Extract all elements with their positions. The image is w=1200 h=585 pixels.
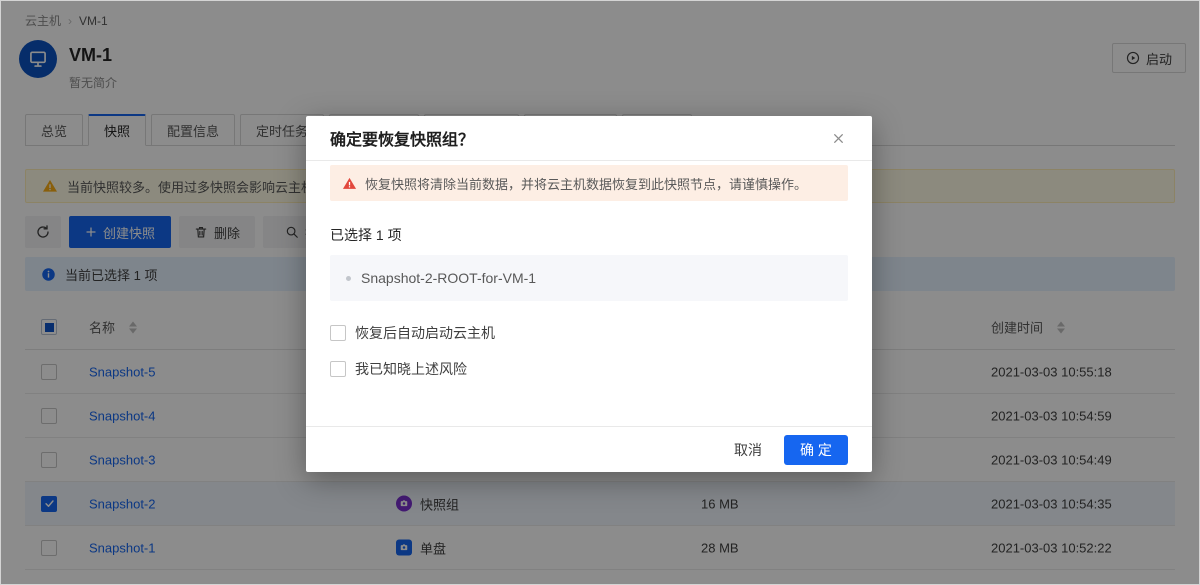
close-icon[interactable] <box>828 128 848 148</box>
risk-ack-label: 我已知晓上述风险 <box>355 359 467 379</box>
risk-ack-checkbox-row[interactable]: 我已知晓上述风险 <box>330 359 848 379</box>
cancel-button[interactable]: 取消 <box>728 436 768 464</box>
vm-detail-page: 云主机 › VM-1 VM-1 暂无简介 启动 总览 快照 配置信息 定时任务 … <box>0 0 1200 585</box>
selected-snapshot-name: Snapshot-2-ROOT-for-VM-1 <box>361 270 536 286</box>
selected-snapshot-box: Snapshot-2-ROOT-for-VM-1 <box>330 255 848 301</box>
modal-body: 恢复快照将清除当前数据，并将云主机数据恢复到此快照节点，请谨慎操作。 已选择 1… <box>306 161 872 426</box>
autostart-checkbox[interactable] <box>330 325 346 341</box>
modal-header: 确定要恢复快照组？ <box>306 116 872 161</box>
modal-footer: 取消 确 定 <box>306 426 872 472</box>
autostart-label: 恢复后自动启动云主机 <box>355 323 495 343</box>
error-triangle-icon <box>342 176 357 191</box>
restore-warning-alert: 恢复快照将清除当前数据，并将云主机数据恢复到此快照节点，请谨慎操作。 <box>330 165 848 201</box>
restore-snapshot-modal: 确定要恢复快照组？ 恢复快照将清除当前数据，并将云主机数据恢复到此快照节点，请谨… <box>306 116 872 472</box>
modal-title: 确定要恢复快照组？ <box>330 126 828 150</box>
confirm-button[interactable]: 确 定 <box>784 435 848 465</box>
autostart-checkbox-row[interactable]: 恢复后自动启动云主机 <box>330 323 848 343</box>
bullet-icon <box>346 276 351 281</box>
selected-count-label: 已选择 1 项 <box>330 225 848 245</box>
restore-warning-text: 恢复快照将清除当前数据，并将云主机数据恢复到此快照节点，请谨慎操作。 <box>365 174 807 193</box>
risk-ack-checkbox[interactable] <box>330 361 346 377</box>
